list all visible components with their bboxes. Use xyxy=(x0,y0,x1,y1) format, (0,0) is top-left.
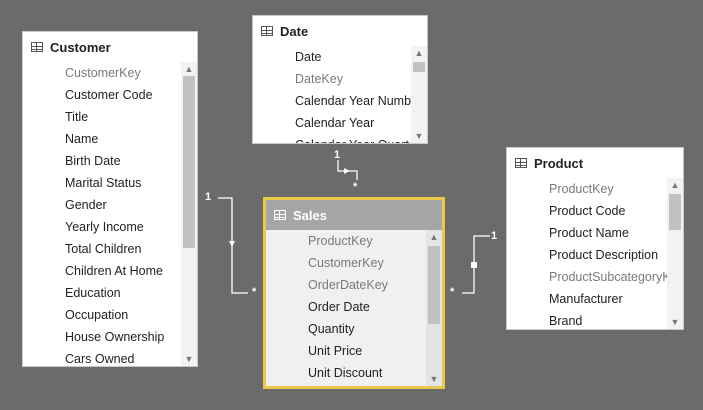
table-icon xyxy=(261,26,273,36)
date-field-list: Date DateKey Calendar Year Numb Calendar Ye… xyxy=(253,46,411,143)
scroll-down-icon[interactable]: ▼ xyxy=(667,315,683,329)
field-row[interactable]: Children At Home xyxy=(23,260,181,282)
sales-scrollbar[interactable]: ▲ ▼ xyxy=(426,230,442,386)
customer-table-header[interactable]: Customer xyxy=(23,32,197,62)
relationship-line-product-sales xyxy=(462,235,490,294)
field-row[interactable]: Gender xyxy=(23,194,181,216)
date-table[interactable]: Date Date DateKey Calendar Year Numb Calend… xyxy=(252,15,428,144)
field-row[interactable]: Cars Owned xyxy=(23,348,181,366)
cardinality-one-product: 1 xyxy=(491,230,498,242)
field-row[interactable]: Quantity xyxy=(266,318,426,340)
field-row[interactable]: CustomerKey xyxy=(23,62,181,84)
relationship-direction-marker xyxy=(471,262,477,268)
scroll-down-icon[interactable]: ▼ xyxy=(181,352,197,366)
field-row[interactable]: ProductKey xyxy=(266,230,426,252)
field-row[interactable]: Unit Price xyxy=(266,340,426,362)
field-row[interactable]: Product Description xyxy=(507,244,667,266)
product-table-header[interactable]: Product xyxy=(507,148,683,178)
date-table-title: Date xyxy=(280,23,309,39)
sales-field-list: ProductKey CustomerKey OrderDateKey Order D… xyxy=(266,230,426,386)
field-row[interactable]: ProductKey xyxy=(507,178,667,200)
field-row[interactable]: Total Children xyxy=(23,238,181,260)
product-scrollbar[interactable]: ▲ ▼ xyxy=(667,178,683,329)
field-row[interactable]: Calendar Year Numb xyxy=(253,90,411,112)
field-row[interactable]: Unit Discount xyxy=(266,362,426,384)
customer-field-list: CustomerKey Customer Code Title Name Birth D… xyxy=(23,62,181,366)
date-scrollbar[interactable]: ▲ ▼ xyxy=(411,46,427,143)
field-row[interactable]: Name xyxy=(23,128,181,150)
scroll-thumb[interactable] xyxy=(183,76,195,248)
scroll-up-icon[interactable]: ▲ xyxy=(667,178,683,192)
field-row[interactable]: Product Code xyxy=(507,200,667,222)
sales-table-title: Sales xyxy=(293,207,327,223)
cardinality-many-customer: * xyxy=(252,286,257,298)
scroll-down-icon[interactable]: ▼ xyxy=(411,129,427,143)
scroll-thumb[interactable] xyxy=(669,194,681,230)
field-row[interactable]: Order Date xyxy=(266,296,426,318)
field-row[interactable]: CustomerKey xyxy=(266,252,426,274)
field-row[interactable]: Title xyxy=(23,106,181,128)
relationship-direction-arrow xyxy=(229,241,235,247)
field-row[interactable]: Yearly Income xyxy=(23,216,181,238)
field-row[interactable]: Occupation xyxy=(23,304,181,326)
scroll-thumb[interactable] xyxy=(428,246,440,324)
relationship-direction-arrow xyxy=(344,168,350,174)
table-icon xyxy=(274,210,286,220)
scroll-up-icon[interactable]: ▲ xyxy=(411,46,427,60)
date-table-header[interactable]: Date xyxy=(253,16,427,46)
field-row[interactable]: Product Name xyxy=(507,222,667,244)
field-row[interactable]: DateKey xyxy=(253,68,411,90)
scroll-thumb[interactable] xyxy=(413,62,425,72)
product-table[interactable]: Product ProductKey Product Code Product Na… xyxy=(506,147,684,330)
scroll-up-icon[interactable]: ▲ xyxy=(426,230,442,244)
field-row[interactable]: House Ownership xyxy=(23,326,181,348)
field-row[interactable]: Birth Date xyxy=(23,150,181,172)
sales-table[interactable]: Sales ProductKey CustomerKey OrderDateKey O… xyxy=(263,197,445,389)
field-row[interactable]: Date xyxy=(253,46,411,68)
field-row[interactable]: OrderDateKey xyxy=(266,274,426,296)
relationship-line-customer-sales xyxy=(218,197,248,294)
field-row[interactable]: ProductSubcategoryKey xyxy=(507,266,667,288)
relationship-line-date-sales xyxy=(337,160,358,180)
customer-table[interactable]: Customer CustomerKey Customer Code Title Na… xyxy=(22,31,198,367)
field-row[interactable]: Calendar Year xyxy=(253,112,411,134)
table-icon xyxy=(31,42,43,52)
cardinality-one-customer: 1 xyxy=(205,191,212,203)
scroll-down-icon[interactable]: ▼ xyxy=(426,372,442,386)
cardinality-many-date: * xyxy=(353,181,358,193)
table-icon xyxy=(515,158,527,168)
field-row[interactable]: Brand xyxy=(507,310,667,329)
product-field-list: ProductKey Product Code Product Name Produc… xyxy=(507,178,667,329)
customer-table-title: Customer xyxy=(50,39,111,55)
scroll-up-icon[interactable]: ▲ xyxy=(181,62,197,76)
field-row[interactable]: Calendar Year Quart xyxy=(253,134,411,143)
field-row[interactable]: Manufacturer xyxy=(507,288,667,310)
cardinality-one-date: 1 xyxy=(334,149,341,161)
product-table-title: Product xyxy=(534,155,584,171)
sales-table-header[interactable]: Sales xyxy=(266,200,442,230)
cardinality-many-product: * xyxy=(450,286,455,298)
field-row[interactable]: Education xyxy=(23,282,181,304)
customer-scrollbar[interactable]: ▲ ▼ xyxy=(181,62,197,366)
field-row[interactable]: Marital Status xyxy=(23,172,181,194)
field-row[interactable]: Customer Code xyxy=(23,84,181,106)
